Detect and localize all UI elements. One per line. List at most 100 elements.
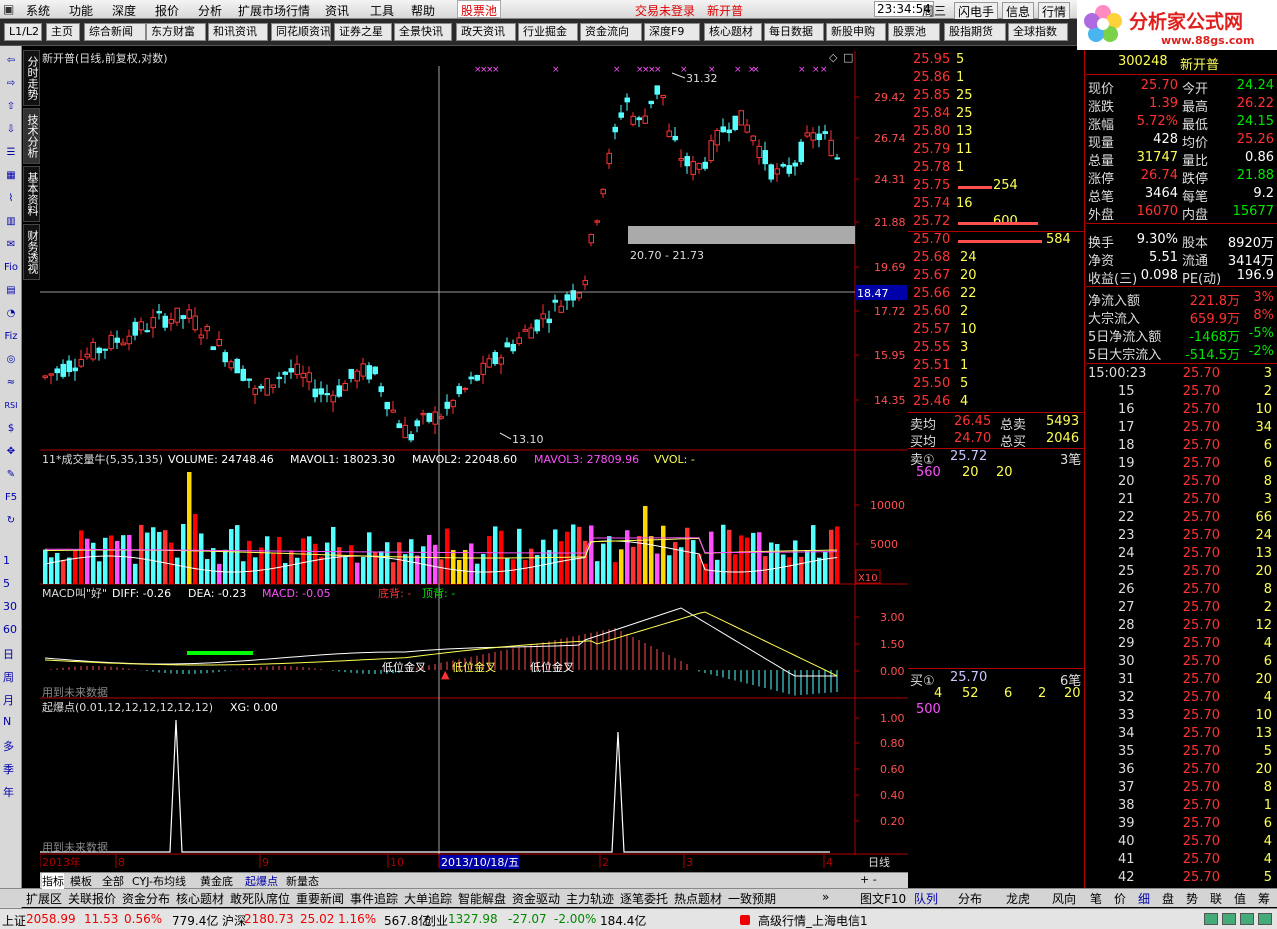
bottom-bar-tab[interactable]: 核心题材 bbox=[176, 890, 224, 907]
indicator-tab[interactable]: 黄金底 bbox=[200, 873, 233, 889]
bottom-bar-tab[interactable]: 关联报价 bbox=[68, 890, 116, 907]
tab-6[interactable]: 证券之星 bbox=[334, 23, 392, 41]
period-button[interactable]: 季 bbox=[3, 761, 14, 777]
tab-12[interactable]: 核心题材 bbox=[704, 23, 762, 41]
bottom-bar-tab[interactable]: 智能解盘 bbox=[458, 890, 506, 907]
f5-icon[interactable]: F5 bbox=[2, 489, 20, 507]
tab-0[interactable]: L1/L2 bbox=[4, 23, 42, 41]
bottom-bar-tab[interactable]: 资金驱动 bbox=[512, 890, 560, 907]
bottom-bar-tab[interactable]: 敢死队席位 bbox=[230, 890, 290, 907]
tab-15[interactable]: 股票池 bbox=[888, 23, 940, 41]
tray-icon[interactable] bbox=[1222, 913, 1236, 925]
period-button[interactable]: N bbox=[3, 715, 11, 728]
menu-item[interactable]: 功能 bbox=[69, 2, 93, 19]
tab-9[interactable]: 行业掘金 bbox=[518, 23, 578, 41]
period-button[interactable]: 30 bbox=[3, 600, 17, 613]
tab-17[interactable]: 全球指数 bbox=[1008, 23, 1068, 41]
view-tab[interactable]: 分时走势 bbox=[23, 50, 40, 106]
menu-item[interactable]: 工具 bbox=[370, 2, 394, 19]
bottom-bar-tab[interactable]: 扩展区 bbox=[26, 890, 62, 907]
period-button[interactable]: 月 bbox=[3, 692, 14, 708]
menu-item[interactable]: 资讯 bbox=[325, 2, 349, 19]
list-icon[interactable]: ☰ bbox=[2, 144, 20, 162]
panel-tab[interactable]: 图文F10 bbox=[860, 890, 906, 907]
tray-icon[interactable] bbox=[1240, 913, 1254, 925]
bar-icon[interactable]: ▥ bbox=[2, 213, 20, 231]
tab-1[interactable]: 主页 bbox=[46, 23, 80, 41]
view-tab[interactable]: 基本资料 bbox=[23, 166, 40, 222]
period-button[interactable]: 1 bbox=[3, 554, 10, 567]
bottom-bar-tab[interactable]: 热点题材 bbox=[674, 890, 722, 907]
kline-chart-area[interactable]: × × × × × × × × × × × × × × × × × × 29.42 26.74 24.31 21.88 19… bbox=[40, 46, 908, 870]
circle-icon[interactable]: ◎ bbox=[2, 351, 20, 369]
tick-tab[interactable]: 联 bbox=[1210, 890, 1222, 907]
menu-item[interactable]: 帮助 bbox=[411, 2, 435, 19]
tick-tab[interactable]: 势 bbox=[1186, 890, 1198, 907]
indicator-tab[interactable]: 模板 bbox=[70, 873, 92, 889]
tick-tab[interactable]: 笔 bbox=[1090, 890, 1102, 907]
arrow-down-icon[interactable]: ⇩ bbox=[2, 121, 20, 139]
tab-10[interactable]: 资金流向 bbox=[580, 23, 642, 41]
arrow-up-icon[interactable]: ⇧ bbox=[2, 98, 20, 116]
period-button[interactable]: 多 bbox=[3, 738, 14, 754]
indicator-tab[interactable]: 全部 bbox=[102, 873, 124, 889]
bottom-bar-tab[interactable]: 重要新闻 bbox=[296, 890, 344, 907]
fio-icon[interactable]: Fio bbox=[2, 259, 20, 277]
wave-icon[interactable]: ≈ bbox=[2, 374, 20, 392]
tick-tab[interactable]: 筹 bbox=[1258, 890, 1270, 907]
tick-tab[interactable]: 价 bbox=[1114, 890, 1126, 907]
stockpool-button[interactable]: 股票池 bbox=[457, 0, 502, 18]
bottom-bar-tab[interactable]: 事件追踪 bbox=[350, 890, 398, 907]
arrow-right-icon[interactable]: ⇨ bbox=[2, 75, 20, 93]
panel-tab[interactable]: 分布 bbox=[958, 890, 982, 907]
add-indicator-button[interactable]: + - bbox=[860, 873, 877, 886]
grid-icon[interactable]: ▦ bbox=[2, 167, 20, 185]
menu-item[interactable]: 报价 bbox=[155, 2, 179, 19]
more-icon[interactable]: » bbox=[822, 890, 829, 904]
move-icon[interactable]: ✥ bbox=[2, 443, 20, 461]
chart-icon[interactable]: ⌇ bbox=[2, 190, 20, 208]
tick-tab[interactable]: 值 bbox=[1234, 890, 1246, 907]
indicator-tab[interactable]: 指标 bbox=[42, 873, 64, 889]
tab-8[interactable]: 政天资讯 bbox=[456, 23, 516, 41]
menu-item[interactable]: 分析 bbox=[198, 2, 222, 19]
period-button[interactable]: 日 bbox=[3, 646, 14, 662]
tab-5[interactable]: 同花顺资讯 bbox=[271, 23, 331, 41]
pencil-icon[interactable]: ✎ bbox=[2, 466, 20, 484]
arrow-left-icon[interactable]: ⇦ bbox=[2, 52, 20, 70]
tab-11[interactable]: 深度F9 bbox=[644, 23, 700, 41]
indicator-tab[interactable]: 起爆点 bbox=[245, 873, 278, 889]
bottom-bar-tab[interactable]: 一致预期 bbox=[728, 890, 776, 907]
period-button[interactable]: 5 bbox=[3, 577, 10, 590]
panel-tab[interactable]: 队列 bbox=[914, 890, 938, 907]
tab-3[interactable]: 东方财富 bbox=[146, 23, 206, 41]
tab-13[interactable]: 每日数据 bbox=[764, 23, 824, 41]
money-icon[interactable]: $ bbox=[2, 420, 20, 438]
period-button[interactable]: 周 bbox=[3, 669, 14, 685]
app-menu-icon[interactable]: ▣ bbox=[3, 2, 14, 16]
panel-tab[interactable]: 龙虎 bbox=[1006, 890, 1030, 907]
doc-icon[interactable]: ▤ bbox=[2, 282, 20, 300]
tick-tab[interactable]: 细 bbox=[1138, 890, 1150, 907]
bottom-bar-tab[interactable]: 大单追踪 bbox=[404, 890, 452, 907]
tray-icon[interactable] bbox=[1258, 913, 1272, 925]
tab-7[interactable]: 全景快讯 bbox=[394, 23, 452, 41]
pie-icon[interactable]: ◔ bbox=[2, 305, 20, 323]
period-button[interactable]: 60 bbox=[3, 623, 17, 636]
menu-item[interactable]: 系统 bbox=[26, 2, 50, 19]
period-button[interactable]: 年 bbox=[3, 784, 14, 800]
tray-icon[interactable] bbox=[1204, 913, 1218, 925]
tab-4[interactable]: 和讯资讯 bbox=[208, 23, 268, 41]
menu-item[interactable]: 深度 bbox=[112, 2, 136, 19]
panel-tab[interactable]: 风向 bbox=[1052, 890, 1076, 907]
menu-item[interactable]: 扩展市场行情 bbox=[238, 2, 310, 19]
rsi-icon[interactable]: RSI bbox=[2, 397, 20, 415]
bottom-bar-tab[interactable]: 逐笔委托 bbox=[620, 890, 668, 907]
view-tab[interactable]: 财务透视 bbox=[23, 224, 40, 280]
tab-16[interactable]: 股指期货 bbox=[944, 23, 1006, 41]
tick-tab[interactable]: 盘 bbox=[1162, 890, 1174, 907]
indicator-tab[interactable]: 新量态 bbox=[286, 873, 319, 889]
bottom-bar-tab[interactable]: 主力轨迹 bbox=[566, 890, 614, 907]
tab-2[interactable]: 综合新闻 bbox=[84, 23, 146, 41]
fiz-icon[interactable]: Fiz bbox=[2, 328, 20, 346]
